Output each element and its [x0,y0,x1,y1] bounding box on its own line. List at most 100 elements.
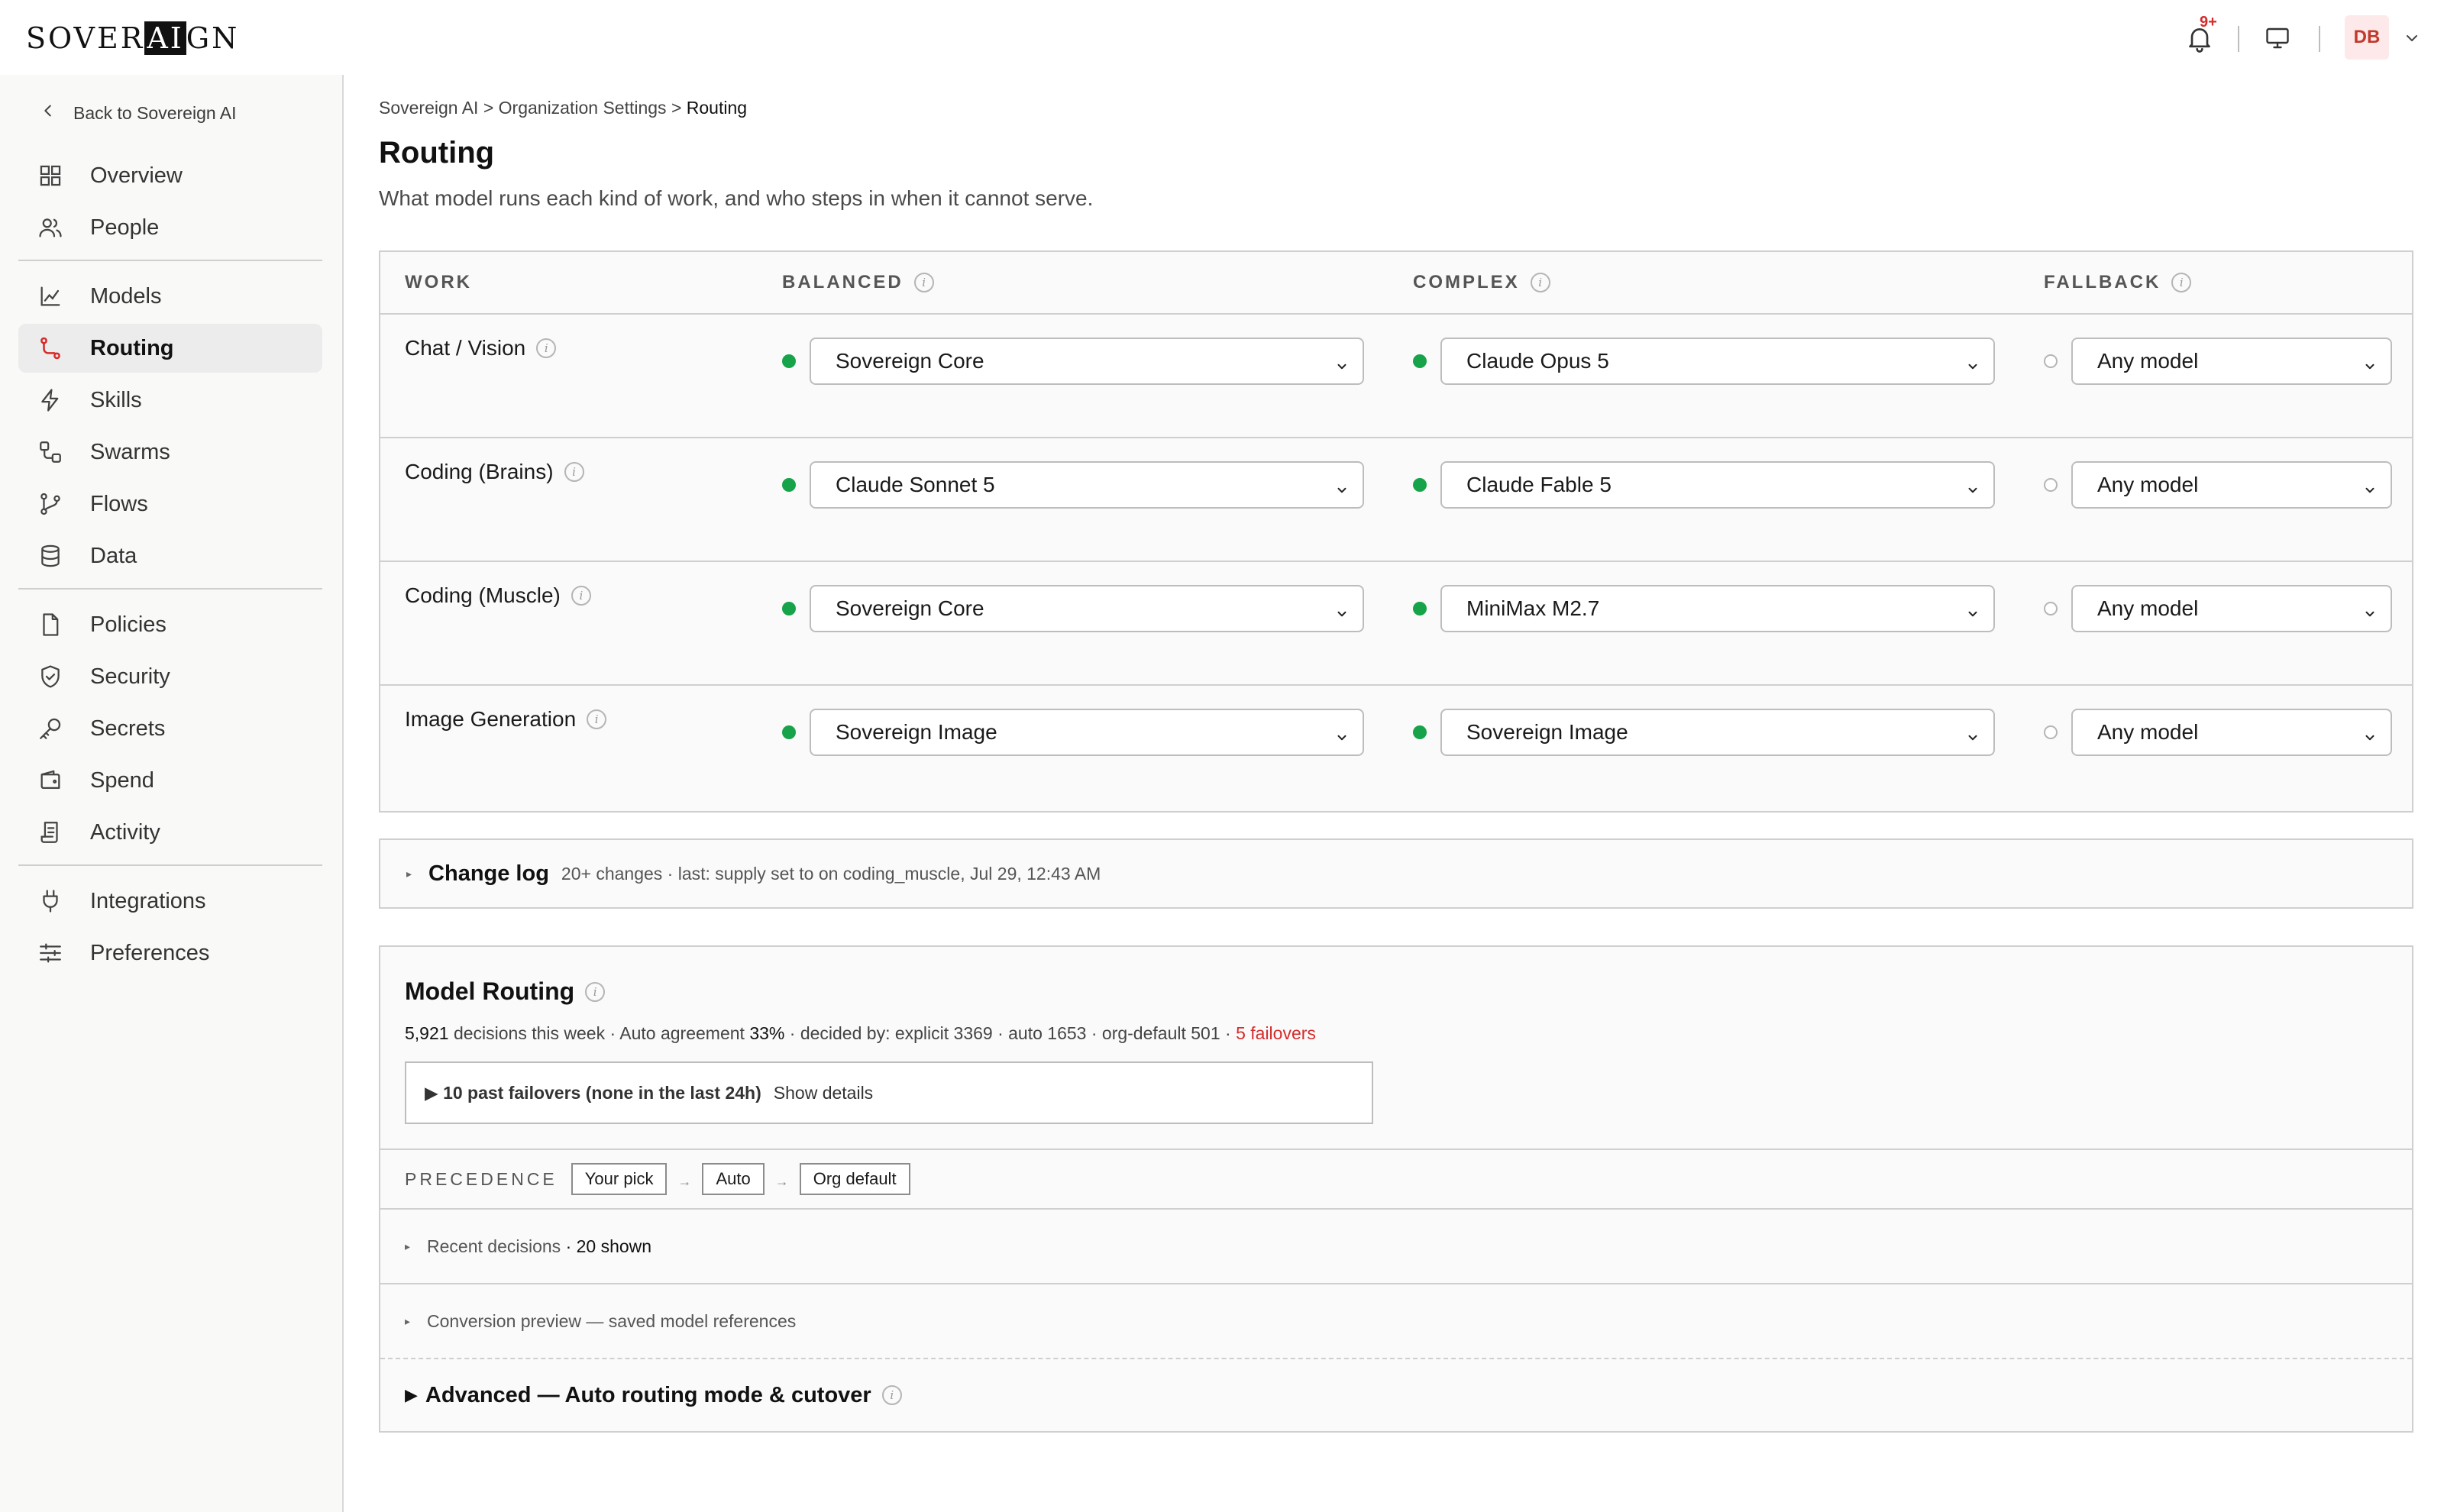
logo-text-start: SOVER [26,21,145,55]
sidebar-item-activity[interactable]: Activity [18,808,322,857]
info-icon[interactable]: i [587,709,607,729]
bolt-icon [37,386,64,414]
table-row: Image Generation i Sovereign Image Sovere… [380,684,2412,808]
chevron-down-icon [1966,354,1980,370]
sidebar-item-label: Activity [90,819,160,845]
select-value: Any model [2097,596,2199,620]
chevron-down-icon[interactable] [2403,29,2421,47]
column-header-label: WORK [405,272,472,292]
sidebar-item-label: Overview [90,163,183,188]
sidebar-item-spend[interactable]: Spend [18,756,322,805]
complex-model-select[interactable]: MiniMax M2.7 [1440,585,1995,632]
main-content: Sovereign AI > Organization Settings > R… [345,75,2444,1512]
sidebar-item-swarms[interactable]: Swarms [18,428,322,477]
fallback-model-select[interactable]: Any model [2071,585,2392,632]
fallback-model-select[interactable]: Any model [2071,338,2392,385]
complex-model-select[interactable]: Claude Opus 5 [1440,338,1995,385]
conversion-preview-label: Conversion preview — saved model referen… [427,1310,797,1331]
sidebar-item-policies[interactable]: Policies [18,600,322,649]
show-details-link[interactable]: Show details [774,1083,873,1103]
info-icon[interactable]: i [571,586,591,606]
balanced-model-select[interactable]: Sovereign Image [810,709,1364,756]
change-log-title: Change log [428,861,549,886]
balanced-model-select[interactable]: Sovereign Core [810,338,1364,385]
sidebar-item-flows[interactable]: Flows [18,480,322,528]
brand-logo[interactable]: SOVER AI GN [26,21,239,55]
select-value: MiniMax M2.7 [1466,596,1600,620]
document-icon [37,611,64,638]
sidebar-item-data[interactable]: Data [18,531,322,580]
info-icon[interactable]: i [536,338,557,358]
sidebar-item-models[interactable]: Models [18,272,322,321]
topbar-divider [2238,26,2239,52]
sidebar-item-overview[interactable]: Overview [18,151,322,200]
chevron-down-icon [1335,354,1349,370]
breadcrumb: Sovereign AI > Organization Settings > R… [379,98,747,118]
past-failovers-box[interactable]: ▶ 10 past failovers (none in the last 24… [405,1061,1373,1124]
precedence-step-org-default: Org default [799,1163,910,1195]
select-value: Sovereign Image [836,720,997,744]
info-icon[interactable]: i [585,981,606,1002]
status-dot-active [782,354,796,368]
fallback-model-select[interactable]: Any model [2071,461,2392,509]
info-icon[interactable]: i [564,462,584,482]
complex-model-select[interactable]: Sovereign Image [1440,709,1995,756]
status-dot-active [782,602,796,615]
info-icon[interactable]: i [913,273,934,292]
select-value: Claude Fable 5 [1466,473,1612,496]
sidebar-item-skills[interactable]: Skills [18,376,322,425]
decisions-label: decisions this week · Auto agreement [453,1023,745,1043]
fallback-model-select[interactable]: Any model [2071,709,2392,756]
sidebar-item-routing[interactable]: Routing [18,324,322,373]
info-icon[interactable]: i [1530,273,1550,292]
select-value: Sovereign Core [836,349,984,373]
swarm-icon [37,438,64,466]
back-link-label: Back to Sovereign AI [73,102,237,123]
routing-stats: 5,921 decisions this week · Auto agreeme… [405,1023,1316,1044]
balanced-model-select[interactable]: Sovereign Core [810,585,1364,632]
monitor-icon[interactable] [2262,24,2293,52]
wallet-icon [37,767,64,794]
sidebar-item-secrets[interactable]: Secrets [18,704,322,753]
precedence-step-your-pick: Your pick [571,1163,668,1195]
top-bar: SOVER AI GN 9+ DB [0,0,2444,75]
complex-model-select[interactable]: Claude Fable 5 [1440,461,1995,509]
sidebar-item-security[interactable]: Security [18,652,322,701]
table-row: Chat / Vision i Sovereign Core Claude Opu… [380,313,2412,437]
work-type-name: Image Generation [405,707,577,731]
change-log-panel[interactable]: ▸ Change log 20+ changes · last: supply … [379,838,2413,909]
breadcrumb-link-sovereign[interactable]: Sovereign AI [379,98,478,118]
chevron-down-icon [2363,602,2377,617]
info-icon[interactable]: i [881,1385,902,1405]
breadcrumb-link-org-settings[interactable]: Organization Settings [499,98,667,118]
advanced-settings-toggle[interactable]: ▶ Advanced — Auto routing mode & cutover… [380,1358,2412,1431]
chevron-down-icon [2363,354,2377,370]
recent-decisions-toggle[interactable]: ▸ Recent decisions · 20 shown [380,1208,2412,1283]
page-title: Routing [379,136,495,170]
grid-icon [37,162,64,189]
column-header-label: FALLBACK [2044,272,2161,292]
select-value: Sovereign Image [1466,720,1628,744]
sidebar-item-people[interactable]: People [18,203,322,252]
model-routing-heading: Model Routing i [405,977,606,1006]
column-header-fallback: FALLBACK i [2044,252,2192,313]
logo-text-highlight: AI [144,21,186,55]
avatar[interactable]: DB [2345,15,2389,60]
info-icon[interactable]: i [2171,273,2192,292]
sidebar: Back to Sovereign AI Overview People Mod… [0,75,344,1512]
back-link[interactable]: Back to Sovereign AI [40,102,237,124]
table-row: Coding (Brains) i Claude Sonnet 5 Claude … [380,437,2412,561]
failovers-count: 5 failovers [1236,1023,1316,1043]
breadcrumb-current: Routing [686,98,748,118]
balanced-model-select[interactable]: Claude Sonnet 5 [810,461,1364,509]
change-log-summary[interactable]: ▸ Change log 20+ changes · last: supply … [406,840,1101,907]
sidebar-item-preferences[interactable]: Preferences [18,929,322,977]
precedence-label: PRECEDENCE [405,1168,558,1189]
sidebar-item-label: Preferences [90,940,210,965]
sidebar-item-integrations[interactable]: Integrations [18,877,322,926]
chevron-down-icon [1335,478,1349,493]
sliders-icon [37,939,64,967]
conversion-preview-toggle[interactable]: ▸ Conversion preview — saved model refer… [380,1283,2412,1358]
sidebar-divider [18,260,322,261]
breadcrumb-separator: > [483,98,494,118]
